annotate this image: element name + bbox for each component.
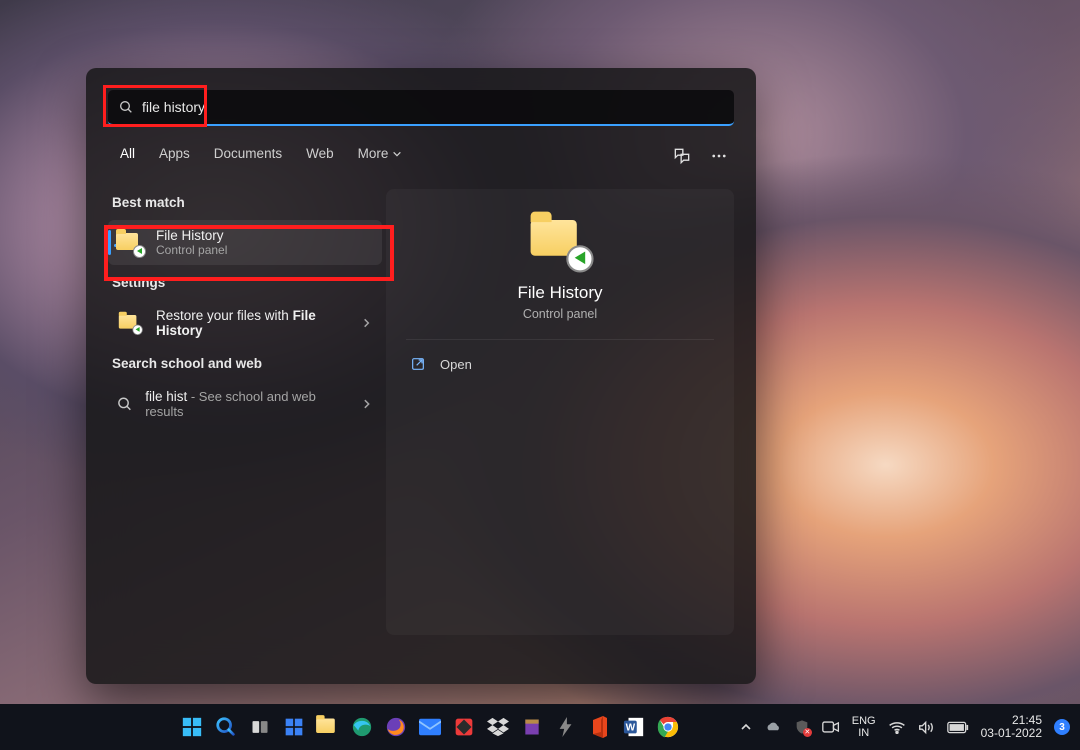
chevron-right-icon [361, 398, 372, 410]
word-icon[interactable]: W [620, 713, 648, 741]
start-button[interactable] [178, 713, 206, 741]
todo-icon[interactable] [450, 713, 478, 741]
battery-icon[interactable] [947, 721, 969, 734]
search-input[interactable] [134, 99, 724, 115]
result-subtitle: Control panel [156, 243, 227, 257]
notification-badge[interactable]: 3 [1054, 719, 1070, 735]
detail-title: File History [517, 283, 602, 303]
tab-apps[interactable]: Apps [147, 140, 202, 171]
widgets-button[interactable] [280, 713, 308, 741]
language-top: ENG [852, 715, 876, 727]
search-icon [116, 395, 133, 413]
result-restore-files[interactable]: Restore your files with File History [108, 300, 382, 346]
results-list: Best match File History Control panel Se… [86, 185, 386, 653]
action-open-label: Open [440, 357, 472, 372]
tab-web[interactable]: Web [294, 140, 346, 171]
taskbar-pinned-apps: W [178, 713, 682, 741]
file-history-icon-large [531, 216, 590, 266]
chevron-right-icon [361, 317, 372, 329]
chrome-icon[interactable] [654, 713, 682, 741]
system-tray: ✕ ENG IN 21:45 03-01-2022 3 [740, 714, 1080, 740]
tab-more-label: More [358, 146, 389, 161]
result-web-search[interactable]: file hist - See school and web results [108, 381, 382, 427]
clock[interactable]: 21:45 03-01-2022 [981, 714, 1042, 740]
result-file-history[interactable]: File History Control panel [108, 220, 382, 265]
result-title: file hist - See school and web results [145, 389, 348, 419]
result-title: Restore your files with File History [156, 308, 349, 338]
office-icon[interactable] [586, 713, 614, 741]
file-history-icon [119, 313, 141, 332]
task-view-button[interactable] [246, 713, 274, 741]
lightning-icon[interactable] [552, 713, 580, 741]
result-term: file hist [145, 389, 187, 404]
result-prefix: Restore your files with [156, 308, 293, 323]
wifi-icon[interactable] [888, 720, 906, 734]
dropbox-icon[interactable] [484, 713, 512, 741]
group-web-label: Search school and web [112, 356, 382, 371]
onedrive-icon[interactable] [764, 720, 782, 734]
search-button[interactable] [212, 713, 240, 741]
filter-tabs: All Apps Documents Web More [108, 140, 734, 171]
result-title: File History [156, 228, 227, 243]
tab-all[interactable]: All [108, 140, 147, 171]
taskbar: W ✕ ENG IN 21:45 0 [0, 704, 1080, 750]
detail-subtitle: Control panel [523, 307, 597, 321]
open-icon [410, 356, 426, 372]
explorer-icon[interactable] [314, 713, 342, 741]
detail-pane: File History Control panel Open [386, 189, 734, 635]
action-open[interactable]: Open [406, 340, 714, 372]
feedback-icon[interactable] [672, 146, 692, 166]
winrar-icon[interactable] [518, 713, 546, 741]
svg-text:W: W [626, 723, 636, 734]
clock-date: 03-01-2022 [981, 727, 1042, 740]
start-search-panel: All Apps Documents Web More Best match F… [86, 68, 756, 684]
group-best-match-label: Best match [112, 195, 382, 210]
volume-icon[interactable] [918, 720, 935, 735]
language-bottom: IN [852, 727, 876, 739]
search-box[interactable] [108, 90, 734, 126]
language-indicator[interactable]: ENG IN [852, 715, 876, 739]
tab-more[interactable]: More [346, 140, 415, 171]
tab-documents[interactable]: Documents [202, 140, 294, 171]
search-icon [118, 99, 134, 115]
meet-now-icon[interactable] [822, 720, 840, 734]
security-warning-icon[interactable]: ✕ [794, 719, 810, 735]
more-icon[interactable] [710, 147, 728, 165]
file-history-icon [116, 231, 144, 255]
tray-chevron-up-icon[interactable] [740, 721, 752, 733]
firefox-icon[interactable] [382, 713, 410, 741]
group-settings-label: Settings [112, 275, 382, 290]
mail-icon[interactable] [416, 713, 444, 741]
chevron-down-icon [392, 149, 402, 159]
edge-icon[interactable] [348, 713, 376, 741]
desktop-wallpaper: All Apps Documents Web More Best match F… [0, 0, 1080, 750]
